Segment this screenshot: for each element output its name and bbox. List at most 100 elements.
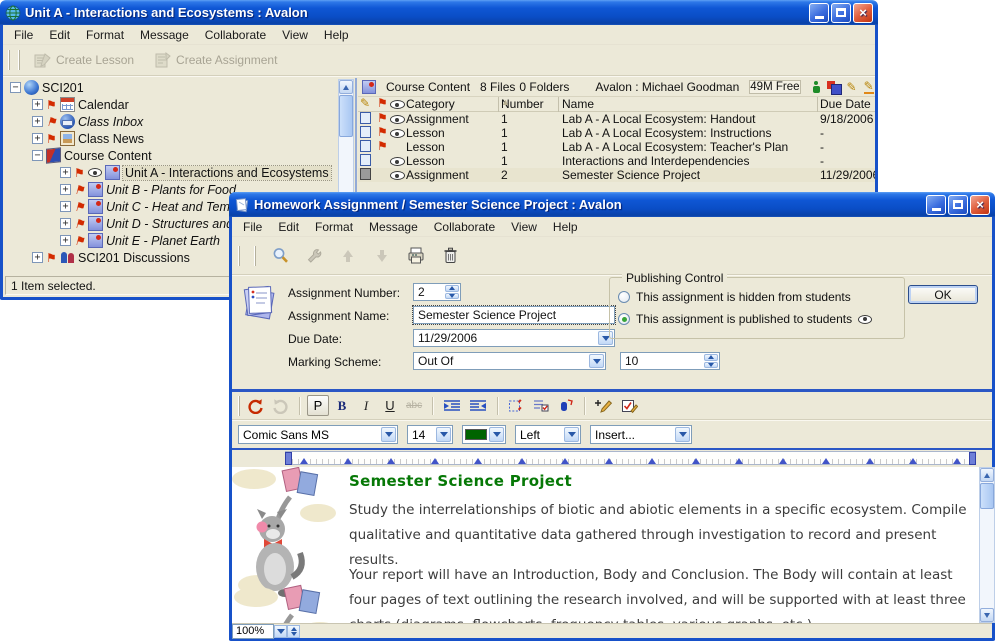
maximize-button[interactable] [948,195,968,215]
indent-button[interactable] [440,395,464,416]
tree-item-class-news[interactable]: + ⚑ Class News [7,130,337,147]
strikethrough-button[interactable]: abc [403,395,425,416]
delete-button[interactable] [438,244,462,268]
close-button[interactable]: × [853,3,873,23]
menu-format[interactable]: Format [78,26,132,44]
column-category[interactable]: Category [406,97,499,112]
zoom-dropdown-chevron-icon[interactable] [274,625,287,638]
table-row-selected[interactable]: Assignment 2 Semester Science Project 11… [358,168,875,182]
marking-amount-stepper[interactable]: 10 [620,352,720,370]
toolbar-grip[interactable] [254,246,256,266]
next-button[interactable] [370,244,394,268]
expand-icon[interactable]: + [32,133,43,144]
search-button[interactable] [268,244,292,268]
expand-icon[interactable]: + [60,201,71,212]
menu-view[interactable]: View [503,218,545,236]
expand-icon[interactable]: + [60,218,71,229]
tree-item-unit-a[interactable]: + ⚑ Unit A - Interactions and Ecosystems [7,164,337,181]
due-date-select[interactable]: 11/29/2006 [413,329,615,347]
table-row[interactable]: ⚑ Lesson 1 Lab A - A Local Ecosystem: Te… [358,140,875,154]
outdent-button[interactable] [466,395,490,416]
menu-view[interactable]: View [274,26,316,44]
marking-scheme-select[interactable]: Out Of [413,352,606,370]
menu-message[interactable]: Message [132,26,197,44]
font-size-select[interactable]: 14 [407,425,453,444]
right-margin-marker[interactable] [969,452,976,465]
scroll-up-icon[interactable] [980,468,994,482]
tools-button[interactable] [302,244,326,268]
toolbar-grip[interactable] [238,396,240,416]
menu-file[interactable]: File [235,218,270,236]
assignment-number-stepper[interactable]: 2 [413,283,461,301]
expand-icon[interactable]: + [60,167,71,178]
left-margin-marker[interactable] [285,452,292,465]
menu-edit[interactable]: Edit [270,218,307,236]
published-option[interactable]: This assignment is published to students [618,312,872,326]
menu-help[interactable]: Help [316,26,357,44]
menu-message[interactable]: Message [361,218,426,236]
column-name[interactable]: Name [562,97,818,112]
dropdown-chevron-icon[interactable] [675,427,690,442]
toolbar-grip[interactable] [18,50,20,70]
select-checked-button[interactable] [505,395,528,416]
list-check-button[interactable] [530,395,553,416]
tree-item-calendar[interactable]: + ⚑ Calendar [7,96,337,113]
pencil-icon[interactable]: ✎ [847,81,857,93]
menu-format[interactable]: Format [307,218,361,236]
scroll-up-icon[interactable] [339,80,353,94]
dropdown-chevron-icon[interactable] [564,427,579,442]
bold-button[interactable]: B [331,395,353,416]
zoom-stepper[interactable] [287,625,300,638]
titlebar[interactable]: Homework Assignment / Semester Science P… [229,192,995,217]
layers-icon[interactable] [827,81,840,93]
toolbar-grip[interactable] [8,50,10,70]
expand-icon[interactable]: + [60,235,71,246]
zoom-select[interactable]: 100% [232,624,274,639]
close-button[interactable]: × [970,195,990,215]
underline-button[interactable]: U [379,395,401,416]
expand-icon[interactable]: + [32,116,43,127]
collapse-icon[interactable]: − [32,150,43,161]
stepper-buttons[interactable] [445,285,459,299]
table-row[interactable]: ⚑ Lesson 1 Lab A - A Local Ecosystem: In… [358,126,875,140]
print-button[interactable] [404,244,428,268]
numbering-button[interactable] [555,395,577,416]
expand-icon[interactable]: + [32,99,43,110]
insert-select[interactable]: Insert... [590,425,692,444]
dropdown-chevron-icon[interactable] [436,427,451,442]
stepper-buttons[interactable] [704,354,718,368]
assignment-name-input[interactable]: Semester Science Project [413,306,615,324]
column-due-date[interactable]: Due Date [820,97,875,111]
expand-icon[interactable]: + [32,252,43,263]
toolbar-grip[interactable] [238,246,240,266]
create-lesson-button[interactable]: Create Lesson [26,52,142,68]
hidden-option[interactable]: This assignment is hidden from students [618,290,851,304]
tree-item-class-inbox[interactable]: + ⚑ Class Inbox [7,113,337,130]
table-row[interactable]: ⚑ Assignment 1 Lab A - A Local Ecosystem… [358,112,875,126]
collapse-icon[interactable]: − [10,82,21,93]
font-family-select[interactable]: Comic Sans MS [238,425,398,444]
scroll-thumb[interactable] [980,483,994,509]
flag-column-icon[interactable]: ⚑ [377,97,389,109]
tree-item-sci201[interactable]: − SCI201 [7,79,337,96]
dropdown-chevron-icon[interactable] [589,354,604,368]
ok-button[interactable]: OK [908,285,978,304]
expand-icon[interactable]: + [60,184,71,195]
table-row[interactable]: Lesson 1 Interactions and Interdependenc… [358,154,875,168]
create-assignment-button[interactable]: Create Assignment [146,52,285,68]
radio-off-icon[interactable] [618,291,630,303]
menu-collaborate[interactable]: Collaborate [426,218,503,236]
editor-scrollbar[interactable] [979,467,995,623]
rich-text-editor[interactable]: Semester Science Project Study the inter… [232,467,979,623]
titlebar[interactable]: Unit A - Interactions and Ecosystems : A… [0,0,878,25]
font-color-select[interactable] [462,425,506,444]
signature-pen-icon[interactable]: ✎ [864,80,874,94]
previous-button[interactable] [336,244,360,268]
minimize-button[interactable] [809,3,829,23]
plain-style-button[interactable]: P [307,395,329,416]
menu-collaborate[interactable]: Collaborate [197,26,274,44]
signature-button[interactable] [592,395,616,416]
form-edit-button[interactable] [618,395,641,416]
scroll-thumb[interactable] [339,95,353,137]
scroll-down-icon[interactable] [980,608,994,622]
